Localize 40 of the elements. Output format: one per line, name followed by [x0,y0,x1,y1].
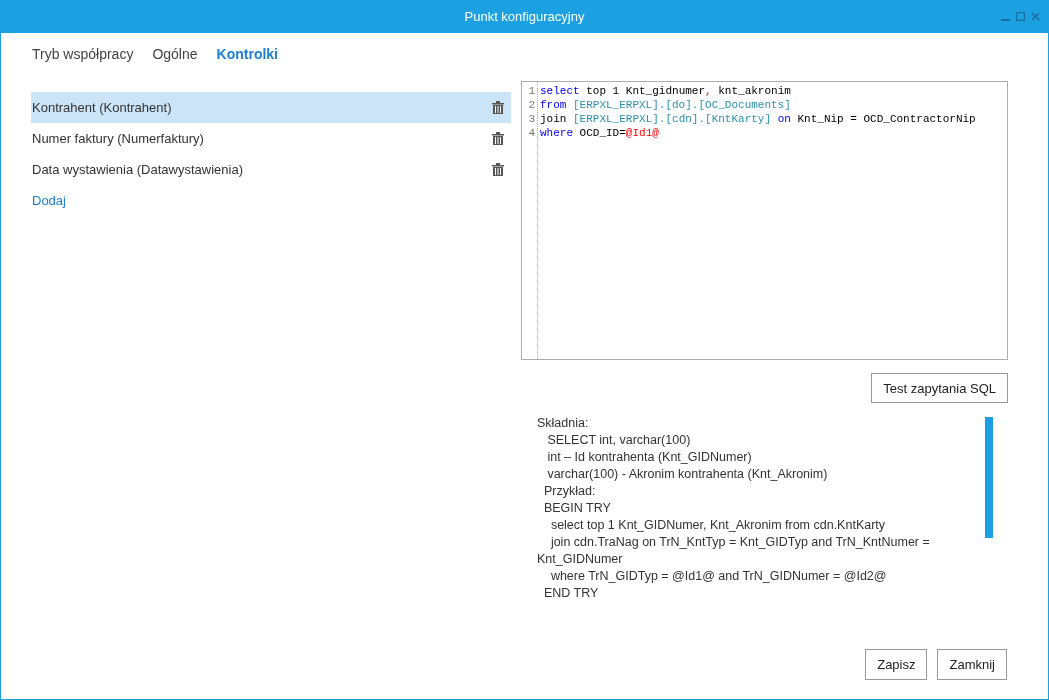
trash-icon[interactable] [492,101,504,114]
test-sql-button[interactable]: Test zapytania SQL [871,373,1008,403]
tab[interactable]: Ogólne [152,46,198,63]
window-title: Punkt konfiguracyjny [464,9,585,24]
control-list-item[interactable]: Data wystawienia (Datawystawienia) [31,154,511,185]
help-text-line: select top 1 Knt_GIDNumer, Knt_Akronim from cdn.KntKarty [549,517,887,534]
code-line: from [ERPXL_ERPXL].[do].[OC_Documents] [540,98,792,112]
line-number: 1 [528,84,535,98]
trash-icon[interactable] [492,163,504,176]
control-name: Numer faktury (Numerfaktury) [32,131,204,146]
code-line: where OCD_ID=@Id1@ [540,126,660,140]
line-number: 4 [528,126,535,140]
code-line: select top 1 Knt_gidnumer, knt_akronim [540,84,792,98]
help-text-line: Przykład: [542,483,597,500]
help-text-line: END TRY [542,585,600,602]
maximize-icon[interactable] [1016,12,1025,21]
code-line: join [ERPXL_ERPXL].[cdn].[KntKarty] on Knt_Nip = OCD_ContractorNip [540,112,976,126]
control-name: Kontrahent (Kontrahent) [32,100,172,115]
dialog-button[interactable]: Zapisz [865,649,928,680]
add-link[interactable]: Dodaj [31,185,67,216]
help-text-line: where TrN_GIDTyp = @Id1@ and TrN_GIDNumer = @Id2@ [549,568,888,585]
help-text-line: join cdn.TraNag on TrN_KntTyp = Knt_GIDTyp and TrN_KntNumer = [549,534,931,551]
line-number: 2 [528,98,535,112]
help-text-line: int – Id kontrahenta (Knt_GIDNumer) [546,449,753,466]
trash-icon[interactable] [492,132,504,145]
help-text-line: varchar(100) - Akronim kontrahenta (Knt_Akronim) [546,466,829,483]
tab[interactable]: Tryb współpracy [32,46,134,63]
help-text-line: Składnia: [537,415,590,432]
control-name: Data wystawienia (Datawystawienia) [32,162,243,177]
line-number: 3 [528,112,535,126]
help-text-line: SELECT int, varchar(100) [546,432,692,449]
close-icon[interactable] [1031,12,1040,21]
scrollbar-thumb[interactable] [985,417,993,538]
help-text-line: BEGIN TRY [542,500,612,517]
control-list-item[interactable]: Kontrahent (Kontrahent) [31,92,511,123]
help-text-line: Knt_GIDNumer [537,551,624,568]
tab[interactable]: Kontrolki [216,46,278,63]
control-list-item[interactable]: Numer faktury (Numerfaktury) [31,123,511,154]
dialog-button[interactable]: Zamknij [937,649,1007,680]
sql-editor[interactable]: 1 2 3 4 select top 1 Knt_gidnumer, knt_akronim from [ERPXL_ERPXL].[do].[OC_Documents] join [ERPXL_ERPXL].[cdn].[KntKarty] on Knt_Nip = OCD_ContractorNip where OCD_ID=@Id1@ [521,81,1008,360]
